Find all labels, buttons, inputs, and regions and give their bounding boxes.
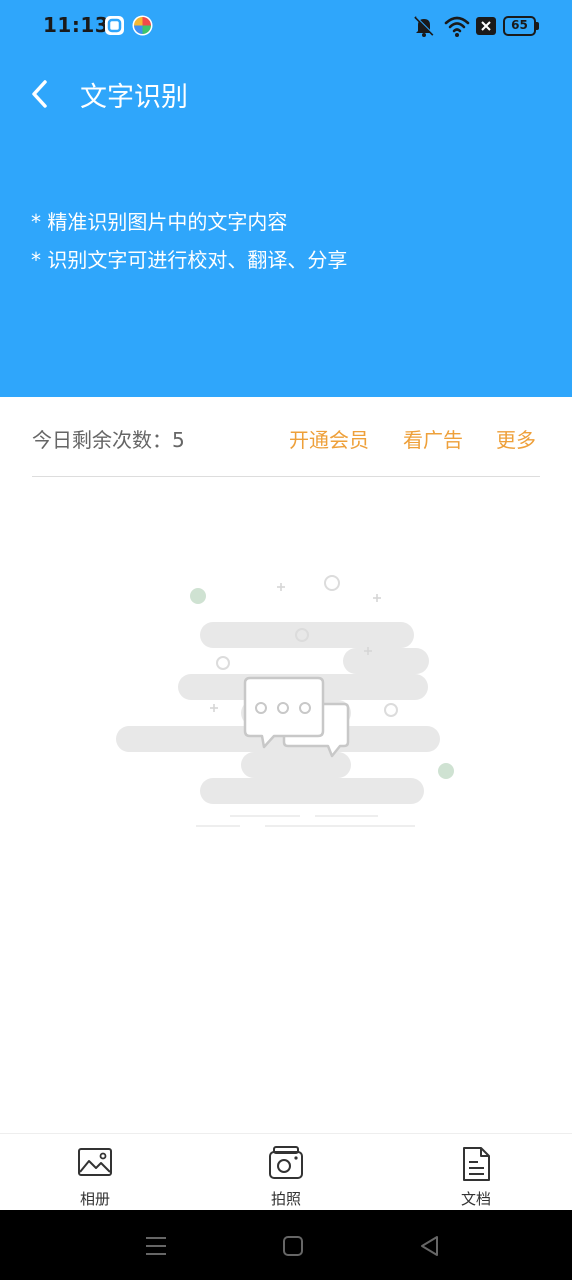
battery-level: 65 (511, 18, 528, 32)
feature-description-2: * 识别文字可进行校对、翻译、分享 (31, 248, 348, 272)
remaining-uses-label: 今日剩余次数： (32, 428, 172, 452)
status-time: 11:13 (43, 13, 110, 37)
mute-icon (414, 16, 435, 37)
back-button[interactable] (22, 74, 58, 114)
close-box-icon (476, 17, 496, 35)
title-bar: 文字识别 (0, 66, 572, 122)
open-vip-link[interactable]: 开通会员 (289, 424, 369, 453)
app-square-icon (105, 16, 124, 35)
home-icon[interactable] (279, 1232, 307, 1260)
document-icon (463, 1147, 490, 1181)
tab-document-label: 文档 (460, 1190, 491, 1208)
status-bar: 11:13 65 (0, 0, 572, 52)
battery-icon: 65 (503, 15, 540, 37)
empty-chat-illustration (116, 575, 454, 827)
system-nav-bar (0, 1210, 572, 1280)
usage-row: 今日剩余次数：5 开通会员 看广告 更多 (32, 420, 540, 456)
more-link[interactable]: 更多 (496, 424, 536, 453)
wifi-icon (444, 16, 470, 37)
remaining-uses: 今日剩余次数：5 (32, 424, 185, 453)
image-icon (78, 1148, 112, 1176)
tab-document[interactable]: 文档 (426, 1134, 526, 1211)
bottom-tab-bar: 相册 拍照 文档 (0, 1133, 572, 1210)
tab-photo[interactable]: 拍照 (236, 1134, 336, 1211)
tab-album-label: 相册 (79, 1190, 110, 1208)
camera-icon (269, 1146, 303, 1179)
remaining-uses-count: 5 (172, 428, 185, 452)
tab-album[interactable]: 相册 (45, 1134, 145, 1211)
watch-ad-link[interactable]: 看广告 (403, 424, 463, 453)
back-triangle-icon[interactable] (416, 1232, 444, 1260)
divider (32, 476, 540, 477)
menu-icon[interactable] (142, 1232, 170, 1260)
tab-photo-label: 拍照 (270, 1190, 301, 1208)
feature-description-1: * 精准识别图片中的文字内容 (31, 210, 288, 234)
header: 11:13 65 文字识别 * 精准识别图片中的文字内容 * 识别文字可进行校对… (0, 0, 572, 397)
pinwheel-app-icon (132, 15, 153, 36)
chevron-left-icon (32, 80, 47, 108)
page-title: 文字识别 (80, 82, 188, 113)
